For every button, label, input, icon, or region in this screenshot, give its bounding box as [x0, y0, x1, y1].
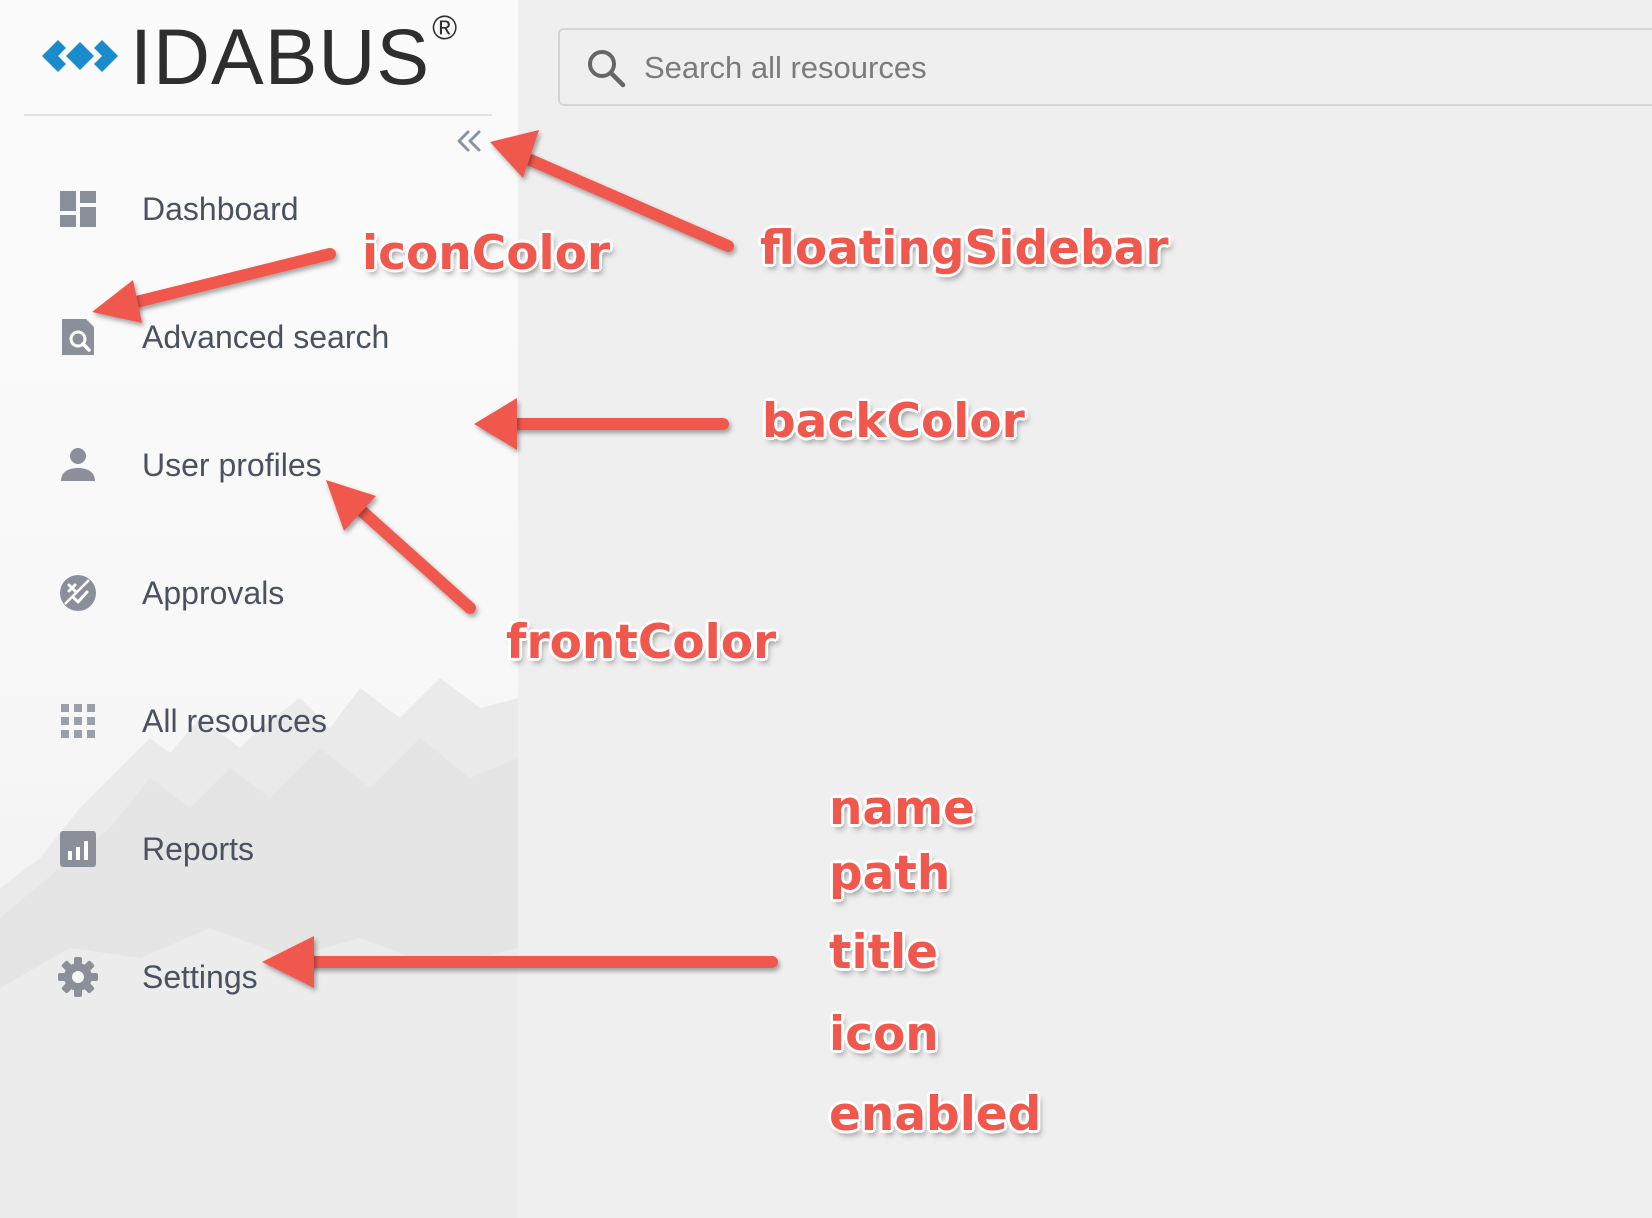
- approval-badge-icon: [56, 571, 100, 615]
- sidebar-item-label: Advanced search: [142, 318, 390, 355]
- annotation-front-color: frontColor: [506, 615, 777, 670]
- sidebar-item-approvals[interactable]: Approvals: [0, 543, 518, 643]
- annotation-title: title: [829, 925, 939, 980]
- brand-logo[interactable]: IDABUS®: [40, 8, 459, 101]
- annotation-name: name: [829, 781, 976, 836]
- global-search-box[interactable]: [558, 28, 1652, 106]
- gear-icon: [56, 955, 100, 999]
- annotation-path: path: [829, 846, 951, 901]
- annotation-floating-sidebar: floatingSidebar: [760, 221, 1169, 276]
- search-input[interactable]: [642, 42, 1546, 94]
- double-chevron-left-icon: [457, 130, 481, 152]
- document-search-icon: [56, 315, 100, 359]
- sidebar-item-label: All resources: [142, 702, 327, 739]
- annotation-icon-color: iconColor: [362, 226, 611, 281]
- annotation-back-color: backColor: [762, 394, 1025, 449]
- annotation-enabled: enabled: [829, 1087, 1042, 1142]
- search-icon: [588, 50, 626, 88]
- sidebar-item-label: Approvals: [142, 574, 285, 611]
- sidebar-item-label: Reports: [142, 830, 255, 867]
- sidebar-item-advanced-search[interactable]: Advanced search: [0, 287, 518, 387]
- bar-chart-icon: [56, 827, 100, 871]
- dashboard-icon: [56, 187, 100, 231]
- brand-name: IDABUS®: [130, 8, 459, 101]
- grid-dots-icon: [56, 699, 100, 743]
- sidebar: IDABUS® Dashboard Advanced search User p…: [0, 0, 518, 1218]
- annotation-icon: icon: [829, 1007, 939, 1062]
- person-icon: [56, 443, 100, 487]
- sidebar-item-all-resources[interactable]: All resources: [0, 671, 518, 771]
- sidebar-item-settings[interactable]: Settings: [0, 927, 518, 1027]
- logo-divider: [24, 114, 492, 116]
- sidebar-item-reports[interactable]: Reports: [0, 799, 518, 899]
- sidebar-item-label: Dashboard: [142, 190, 299, 227]
- sidebar-item-label: Settings: [142, 958, 258, 995]
- sidebar-item-user-profiles[interactable]: User profiles: [0, 415, 518, 515]
- collapse-sidebar-button[interactable]: [452, 124, 488, 160]
- sidebar-item-label: User profiles: [142, 446, 322, 483]
- logo-mark-icon: [42, 40, 118, 72]
